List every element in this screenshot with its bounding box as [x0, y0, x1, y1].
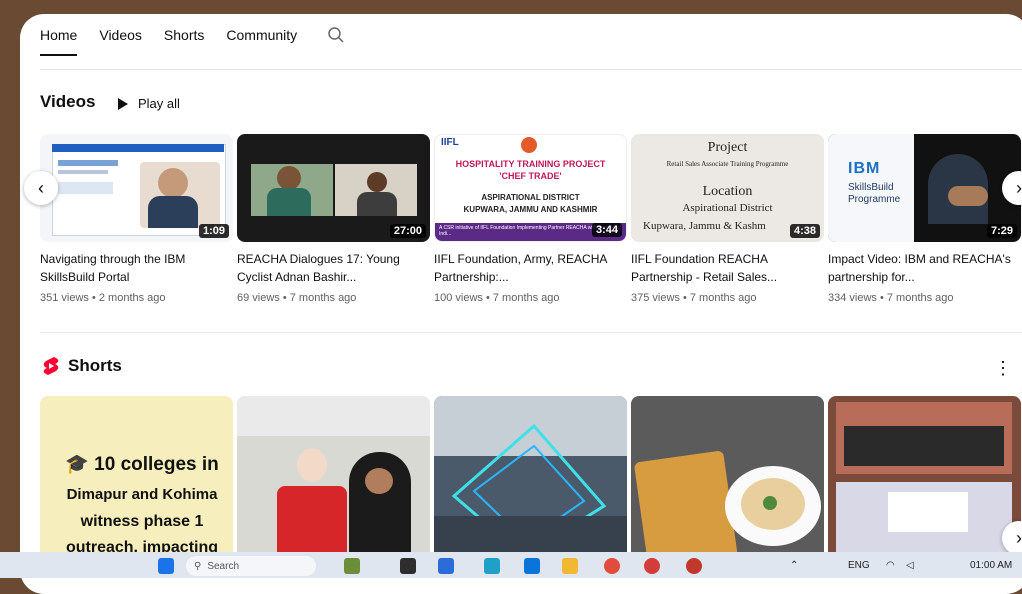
- video-thumbnail[interactable]: IIFL HOSPITALITY TRAINING PROJECT 'CHEF …: [434, 134, 627, 242]
- tab-shorts[interactable]: Shorts: [164, 14, 204, 56]
- task-view-icon[interactable]: [400, 558, 416, 574]
- windows-start-icon[interactable]: [158, 558, 174, 574]
- short-text-line: 10 colleges in: [94, 454, 219, 475]
- edge-icon[interactable]: [484, 558, 500, 574]
- video-meta: 334 views • 7 months ago: [828, 292, 954, 304]
- short-card[interactable]: [631, 396, 824, 576]
- video-title[interactable]: Navigating through the IBM SkillsBuild P…: [40, 250, 233, 286]
- more-options-icon[interactable]: ⋮: [994, 358, 1012, 379]
- video-title[interactable]: Impact Video: IBM and REACHA's partnersh…: [828, 250, 1021, 286]
- chevron-right-icon: ›: [1016, 177, 1022, 198]
- scroll-left-button[interactable]: ‹: [24, 171, 58, 205]
- video-duration: 3:44: [591, 223, 622, 237]
- video-card[interactable]: IIFL HOSPITALITY TRAINING PROJECT 'CHEF …: [434, 134, 627, 304]
- emblem-icon: [521, 137, 537, 153]
- language-indicator[interactable]: ENG: [848, 560, 870, 571]
- shorts-icon: [42, 356, 60, 376]
- video-duration: 7:29: [986, 224, 1017, 238]
- clock[interactable]: 01:00 AM: [970, 560, 1012, 571]
- thumb-place: Kupwara, Jammu & Kashm: [643, 220, 766, 232]
- thumb-subheading: Retail Sales Associate Training Programm…: [666, 160, 789, 168]
- graduation-cap-icon: 🎓: [65, 454, 89, 475]
- file-explorer-icon[interactable]: [562, 558, 578, 574]
- thumb-subheading: 'CHEF TRADE': [499, 171, 562, 181]
- video-duration: 27:00: [389, 224, 426, 238]
- play-all-button[interactable]: Play all: [118, 96, 180, 111]
- video-card[interactable]: Project Retail Sales Associate Training …: [631, 134, 824, 304]
- tab-home[interactable]: Home: [40, 14, 78, 56]
- chrome-icon[interactable]: [604, 558, 620, 574]
- youtube-channel-window: Home Videos Shorts Community Videos Play…: [20, 14, 1022, 594]
- chevron-left-icon: ‹: [38, 177, 44, 198]
- chrome-icon[interactable]: [686, 558, 702, 574]
- ibm-logo: IBM: [848, 160, 881, 177]
- shorts-section-title: Shorts: [68, 356, 122, 375]
- video-duration: 1:09: [198, 224, 229, 238]
- video-meta: 375 views • 7 months ago: [631, 292, 757, 304]
- chevron-up-icon[interactable]: ⌃: [790, 560, 798, 571]
- taskbar-search-label: Search: [207, 560, 240, 572]
- play-icon: [118, 97, 128, 110]
- video-thumbnail[interactable]: IBM SkillsBuild Programme 7:29: [828, 134, 1021, 242]
- thumb-subheading: SkillsBuild: [848, 182, 894, 193]
- short-text-line: witness phase 1: [80, 513, 204, 530]
- thumb-heading: Project: [707, 140, 748, 155]
- video-card[interactable]: 27:00 REACHA Dialogues 17: Young Cyclist…: [237, 134, 430, 304]
- video-thumbnail[interactable]: 27:00: [237, 134, 430, 242]
- videos-section-title: Videos: [40, 92, 96, 111]
- chrome-icon[interactable]: [644, 558, 660, 574]
- video-card[interactable]: IBM SkillsBuild Programme 7:29 Impact Vi…: [828, 134, 1021, 304]
- video-thumbnail[interactable]: 1:09: [40, 134, 233, 242]
- speaker-icon[interactable]: ◁: [906, 560, 914, 571]
- video-title[interactable]: IIFL Foundation, Army, REACHA Partnershi…: [434, 250, 627, 286]
- section-divider: [40, 332, 1022, 333]
- thumb-subheading: Programme: [848, 194, 901, 205]
- windows-taskbar: ⚲ Search ⌃ ENG ◠ ◁ 01:00 AM: [0, 552, 1022, 578]
- thumb-place: KUPWARA, JAMMU AND KASHMIR: [463, 205, 598, 214]
- app-icon[interactable]: [438, 558, 454, 574]
- taskbar-search[interactable]: ⚲ Search: [186, 556, 316, 576]
- channel-tabs: Home Videos Shorts Community: [40, 14, 1022, 56]
- widgets-icon[interactable]: [344, 558, 360, 574]
- thumb-heading: HOSPITALITY TRAINING PROJECT: [455, 159, 606, 169]
- thumb-location-heading: Location: [702, 184, 753, 199]
- search-icon[interactable]: [327, 26, 345, 44]
- tab-divider: [40, 69, 1022, 70]
- video-duration: 4:38: [789, 224, 820, 238]
- thumb-district: Aspirational District: [682, 202, 773, 214]
- video-meta: 69 views • 7 months ago: [237, 292, 357, 304]
- iifl-logo: IIFL: [441, 137, 459, 148]
- short-card[interactable]: [434, 396, 627, 576]
- tab-community[interactable]: Community: [226, 14, 297, 56]
- short-card[interactable]: [237, 396, 430, 576]
- video-title[interactable]: REACHA Dialogues 17: Young Cyclist Adnan…: [237, 250, 430, 286]
- wifi-icon[interactable]: ◠: [886, 560, 895, 571]
- video-thumbnail[interactable]: Project Retail Sales Associate Training …: [631, 134, 824, 242]
- short-card[interactable]: 🎓 10 colleges in Dimapur and Kohima witn…: [40, 396, 233, 576]
- play-all-label: Play all: [138, 96, 180, 111]
- chevron-right-icon: ›: [1016, 527, 1022, 548]
- video-card[interactable]: 1:09 Navigating through the IBM SkillsBu…: [40, 134, 233, 304]
- thumb-district: ASPIRATIONAL DISTRICT: [481, 193, 580, 202]
- mail-icon[interactable]: [524, 558, 540, 574]
- short-text-line: Dimapur and Kohima: [66, 486, 218, 503]
- search-icon: ⚲: [194, 560, 202, 572]
- video-meta: 351 views • 2 months ago: [40, 292, 166, 304]
- short-card[interactable]: [828, 396, 1021, 576]
- tab-videos[interactable]: Videos: [99, 14, 142, 56]
- video-meta: 100 views • 7 months ago: [434, 292, 560, 304]
- video-title[interactable]: IIFL Foundation REACHA Partnership - Ret…: [631, 250, 824, 286]
